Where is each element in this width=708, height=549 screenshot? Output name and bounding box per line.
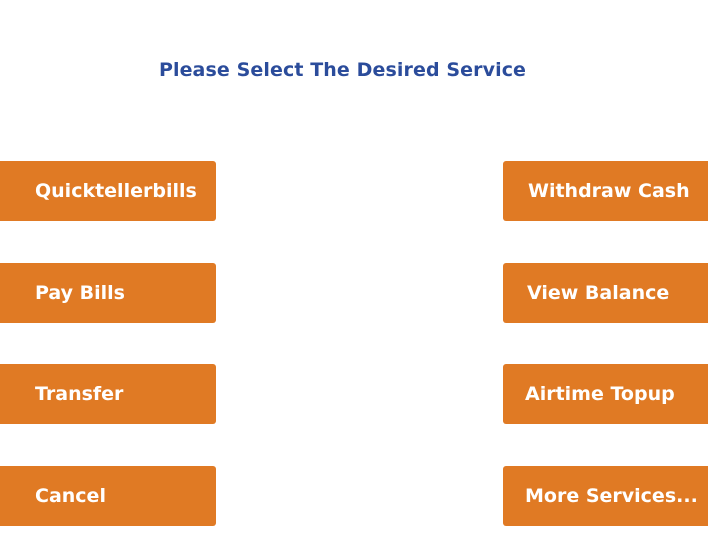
pay-bills-button-label: Pay Bills: [35, 282, 125, 304]
page-title: Please Select The Desired Service: [158, 59, 527, 81]
withdraw-cash-button-label: Withdraw Cash: [528, 180, 690, 202]
airtime-topup-button[interactable]: Airtime Topup: [503, 364, 708, 424]
view-balance-button[interactable]: View Balance: [503, 263, 708, 323]
more-services-button[interactable]: More Services...: [503, 466, 708, 526]
withdraw-cash-button[interactable]: Withdraw Cash: [503, 161, 708, 221]
view-balance-button-label: View Balance: [527, 282, 670, 304]
quicktellerbills-button-label: Quicktellerbills: [35, 180, 197, 202]
cancel-button[interactable]: Cancel: [0, 466, 216, 526]
more-services-button-label: More Services...: [525, 485, 698, 507]
quicktellerbills-button[interactable]: Quicktellerbills: [0, 161, 216, 221]
cancel-button-label: Cancel: [35, 485, 106, 507]
airtime-topup-button-label: Airtime Topup: [525, 383, 675, 405]
transfer-button-label: Transfer: [35, 383, 124, 405]
transfer-button[interactable]: Transfer: [0, 364, 216, 424]
pay-bills-button[interactable]: Pay Bills: [0, 263, 216, 323]
